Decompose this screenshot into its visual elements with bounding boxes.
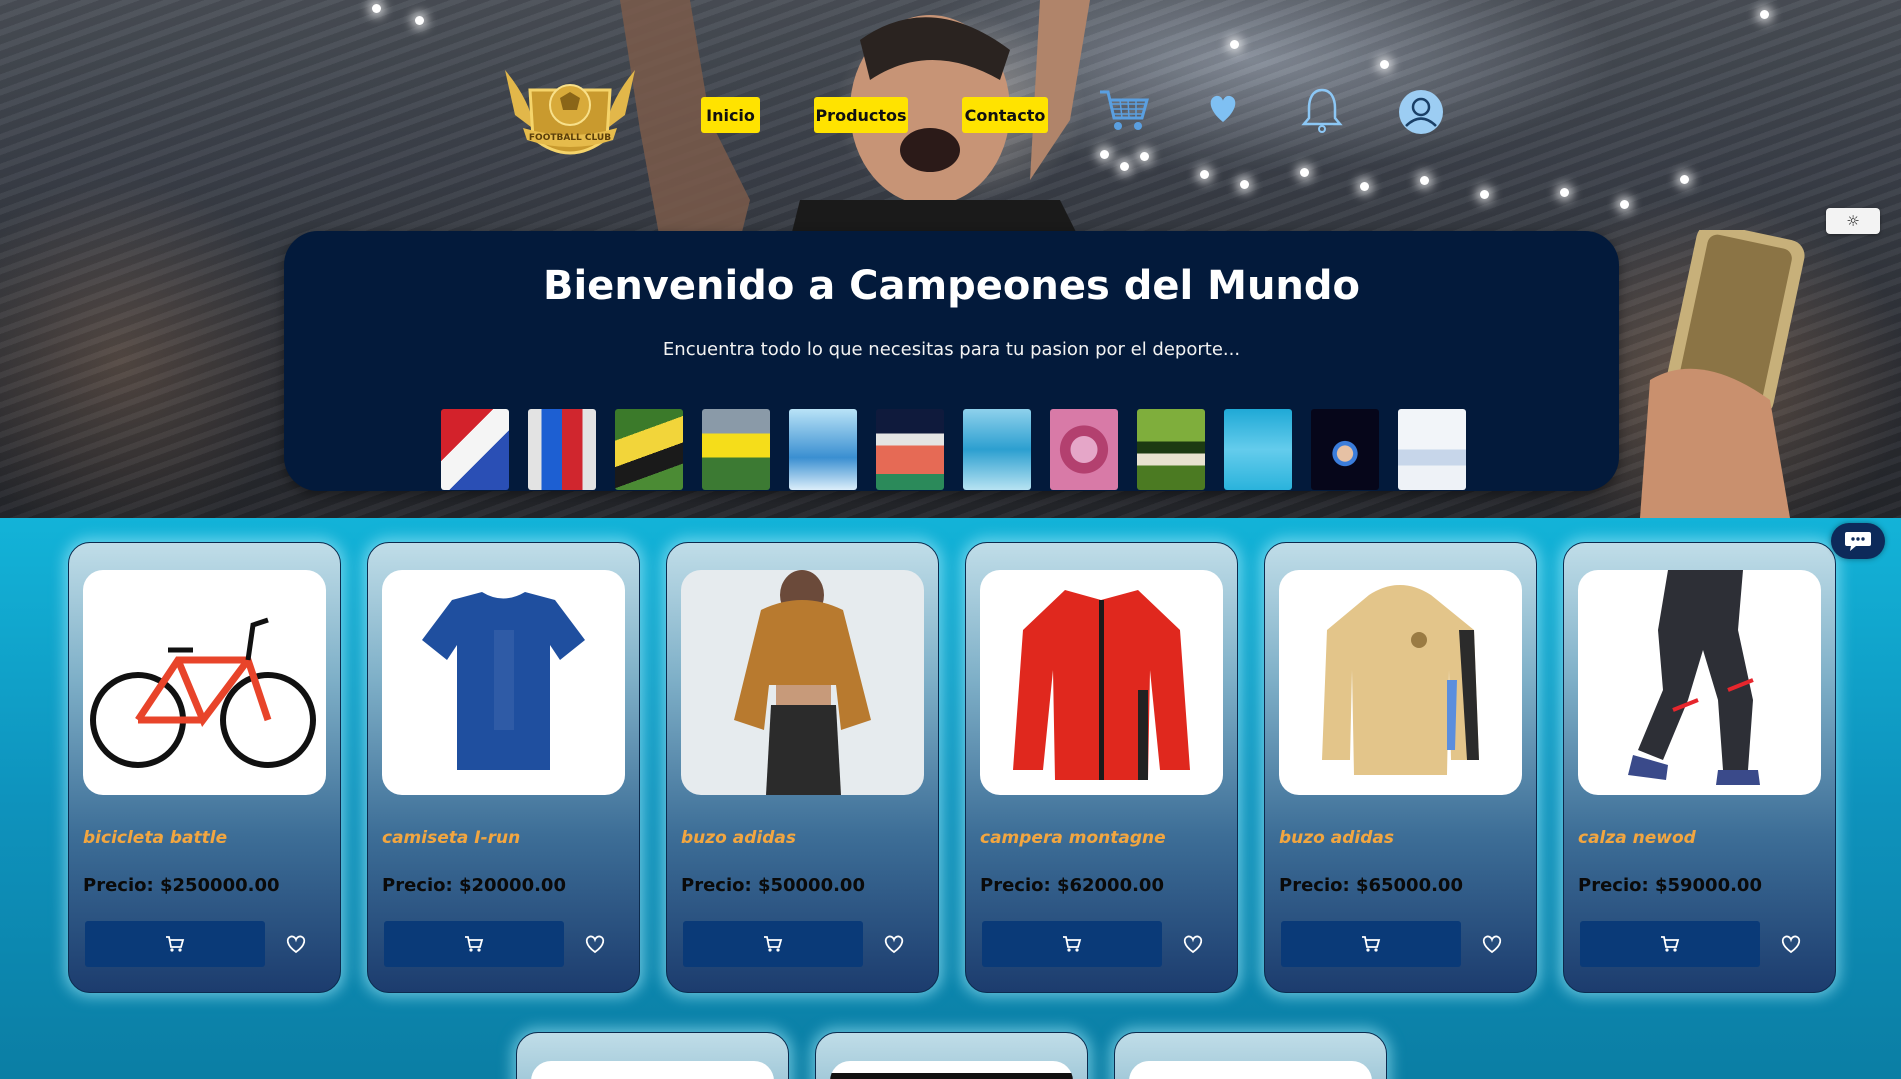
product-price: Precio: $59000.00 [1578,875,1762,896]
sport-luge[interactable] [1398,409,1466,490]
add-to-cart-button[interactable] [384,921,564,967]
favorite-button[interactable] [877,927,911,961]
add-to-cart-button[interactable] [1580,921,1760,967]
product-name: camiseta I-run [382,828,521,848]
favorite-button[interactable] [578,927,612,961]
product-name: campera montagne [980,828,1166,848]
sport-voley[interactable] [876,409,944,490]
cart-icon [166,936,185,952]
sport-rugby[interactable] [615,409,683,490]
sport-gimnasia[interactable] [1050,409,1118,490]
sport-taekwondo[interactable] [441,409,509,490]
sport-boxeo[interactable] [528,409,596,490]
heart-icon[interactable] [1206,86,1240,134]
svg-text:FOOTBALL CLUB: FOOTBALL CLUB [529,133,611,143]
product-name: calza newod [1578,828,1696,848]
sport-waterpolo[interactable] [1224,409,1292,490]
heart-outline-icon [1482,935,1502,954]
welcome-subtitle: Encuentra todo lo que necesitas para tu … [662,339,1241,360]
product-image-campera[interactable] [980,570,1223,795]
product-image-bicicleta[interactable] [83,570,326,795]
product-card-partial [815,1032,1088,1079]
user-icon[interactable] [1398,88,1444,136]
product-image-camiseta[interactable] [382,570,625,795]
sport-thumbnails [441,409,1466,490]
sport-gimnasia-ritmica[interactable] [1311,409,1379,490]
cart-icon [1362,936,1381,952]
favorite-button[interactable] [1774,927,1808,961]
product-image-partial[interactable] [830,1061,1073,1079]
product-price: Precio: $65000.00 [1279,875,1463,896]
bell-icon[interactable] [1300,86,1344,134]
product-name: buzo adidas [1279,828,1394,848]
welcome-panel: Bienvenido a Campeones del Mundo Encuent… [284,231,1619,491]
favorite-button[interactable] [1176,927,1210,961]
sport-natacion-sincronizada[interactable] [963,409,1031,490]
sport-remo[interactable] [1137,409,1205,490]
product-card: bicicleta battle Precio: $250000.00 [68,542,341,993]
heart-outline-icon [585,935,605,954]
nav-contacto[interactable]: Contacto [962,97,1048,133]
theme-toggle-button[interactable]: ☼ [1826,208,1880,234]
favorite-button[interactable] [279,927,313,961]
cart-icon [764,936,783,952]
product-image-partial[interactable] [531,1061,774,1079]
cart-icon [1063,936,1082,952]
product-price: Precio: $50000.00 [681,875,865,896]
chat-icon [1845,532,1871,551]
add-to-cart-button[interactable] [982,921,1162,967]
product-image-buzo-2[interactable] [1279,570,1522,795]
sport-futbol[interactable] [702,409,770,490]
cart-icon [1661,936,1680,952]
product-card-partial [516,1032,789,1079]
nav-productos[interactable]: Productos [814,97,908,133]
heart-outline-icon [1781,935,1801,954]
cart-icon[interactable] [1098,86,1150,134]
product-price: Precio: $250000.00 [83,875,280,896]
add-to-cart-button[interactable] [1281,921,1461,967]
product-card-partial [1114,1032,1387,1079]
product-card: buzo adidas Precio: $65000.00 [1264,542,1537,993]
product-image-partial[interactable] [1129,1061,1372,1079]
heart-outline-icon [884,935,904,954]
product-card: calza newod Precio: $59000.00 [1563,542,1836,993]
cart-icon [465,936,484,952]
product-image-calza[interactable] [1578,570,1821,795]
add-to-cart-button[interactable] [683,921,863,967]
product-price: Precio: $20000.00 [382,875,566,896]
welcome-title: Bienvenido a Campeones del Mundo [542,263,1361,309]
football-club-logo[interactable]: FOOTBALL CLUB [495,60,645,172]
nav-inicio[interactable]: Inicio [701,97,760,133]
product-card: campera montagne Precio: $62000.00 [965,542,1238,993]
product-name: bicicleta battle [83,828,228,848]
favorite-button[interactable] [1475,927,1509,961]
heart-outline-icon [1183,935,1203,954]
add-to-cart-button[interactable] [85,921,265,967]
chat-button[interactable] [1831,523,1885,559]
product-card: buzo adidas Precio: $50000.00 [666,542,939,993]
product-name: buzo adidas [681,828,796,848]
sun-icon: ☼ [1846,212,1860,230]
product-card: camiseta I-run Precio: $20000.00 [367,542,640,993]
sport-bobsled[interactable] [789,409,857,490]
heart-outline-icon [286,935,306,954]
phone-in-hand [1640,230,1805,518]
product-image-buzo-1[interactable] [681,570,924,795]
product-price: Precio: $62000.00 [980,875,1164,896]
